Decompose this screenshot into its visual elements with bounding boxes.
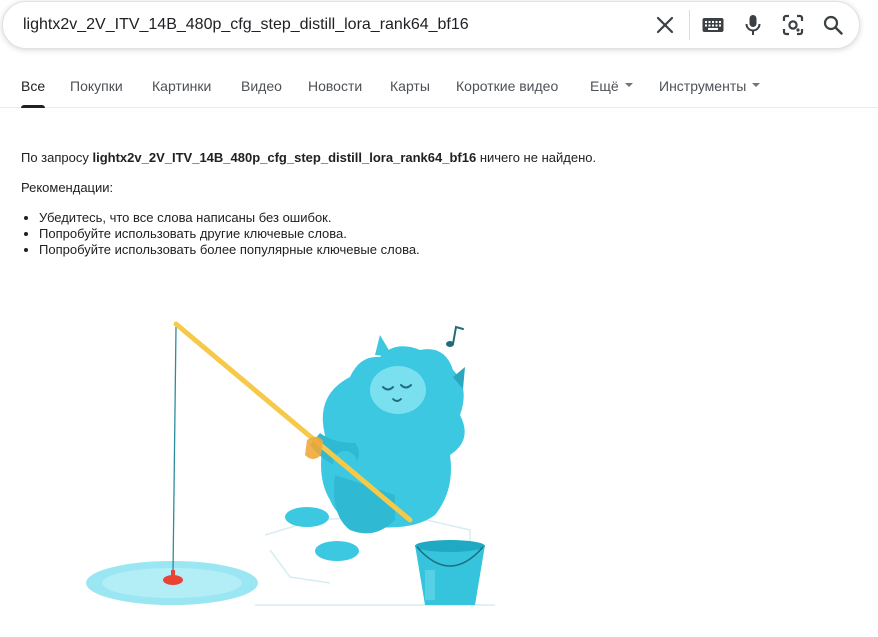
fishing-creature-illustration (75, 315, 505, 620)
search-divider (689, 10, 690, 40)
recommendation-item: Убедитесь, что все слова написаны без ош… (39, 210, 420, 226)
lens-icon[interactable] (781, 13, 805, 37)
bucket (415, 540, 485, 605)
bobber-stem (171, 570, 175, 579)
keyboard-icon[interactable] (701, 13, 725, 37)
tab-shopping[interactable]: Покупки (70, 62, 123, 107)
recommendations-list: Убедитесь, что все слова написаны без ош… (21, 210, 420, 258)
tab-all[interactable]: Все (21, 62, 46, 108)
tab-short-videos[interactable]: Короткие видео (456, 62, 558, 107)
no-results-query: lightx2v_2V_ITV_14B_480p_cfg_step_distil… (92, 150, 477, 165)
fishing-line (172, 326, 177, 574)
tab-more-label: Ещё (590, 78, 619, 94)
tab-tools[interactable]: Инструменты (659, 62, 761, 107)
search-tabs: Все Покупки Картинки Видео Новости Карты… (0, 62, 878, 108)
no-results-suffix: ничего не найдено. (476, 150, 597, 165)
clear-icon[interactable] (653, 13, 677, 37)
tab-more[interactable]: Ещё (590, 62, 633, 107)
search-icon[interactable] (821, 13, 845, 37)
music-note-icon (446, 325, 464, 347)
tab-images[interactable]: Картинки (152, 62, 211, 107)
tab-news[interactable]: Новости (308, 62, 362, 107)
search-input[interactable] (23, 2, 633, 48)
illustration-svg (86, 321, 495, 606)
recommendation-item: Попробуйте использовать другие ключевые … (39, 226, 420, 242)
no-results-prefix: По запросу (21, 150, 93, 165)
search-box (2, 1, 860, 49)
tab-maps[interactable]: Карты (390, 62, 430, 107)
tab-videos[interactable]: Видео (241, 62, 282, 107)
tab-tools-label: Инструменты (659, 78, 747, 94)
recommendations-title: Рекомендации: (21, 180, 114, 195)
recommendation-item: Попробуйте использовать более популярные… (39, 242, 420, 258)
chevron-down-icon (624, 83, 633, 88)
chevron-down-icon (752, 83, 761, 88)
rod-reel (305, 436, 323, 459)
microphone-icon[interactable] (741, 13, 765, 37)
no-results-message: По запросу lightx2v_2V_ITV_14B_480p_cfg_… (21, 150, 596, 166)
